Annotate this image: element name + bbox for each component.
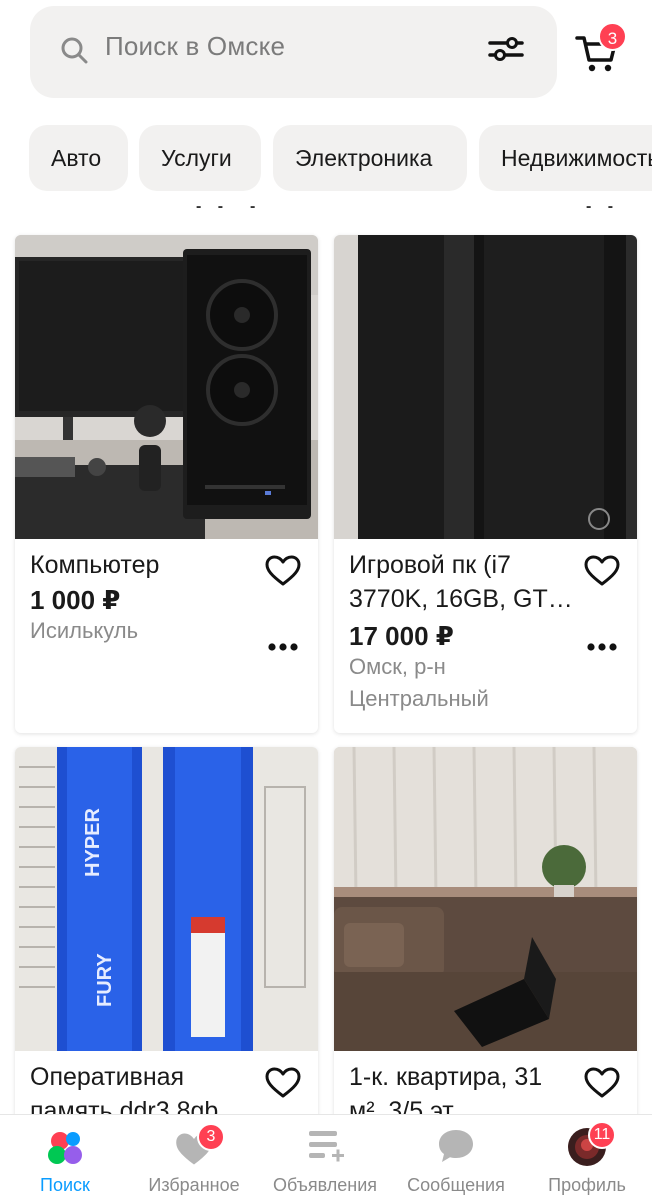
chip-auto[interactable]: Авто (29, 125, 128, 191)
favorite-heart-icon[interactable] (584, 1067, 620, 1099)
category-chips: Авто Услуги Электроника Недвижимость (0, 125, 652, 191)
favorite-heart-icon[interactable] (265, 1067, 301, 1099)
tab-search-label: Поиск (40, 1175, 90, 1195)
listing-title[interactable]: Компьютер (30, 548, 260, 582)
cart-badge: 3 (598, 22, 627, 51)
chip-scroll-indicator: - - - (196, 198, 262, 215)
search-app-icon (48, 1132, 82, 1164)
tab-favorites[interactable]: 3 Избранное (129, 1115, 259, 1200)
more-options-icon[interactable] (267, 642, 299, 652)
listing-price: 17 000 ₽ (349, 621, 454, 651)
more-options-icon[interactable] (586, 642, 618, 652)
listing-price: 1 000 ₽ (30, 585, 121, 615)
listing-photo[interactable] (334, 235, 637, 539)
listing-card[interactable]: HYPER FURY Оперативная память ddr3 8gb (15, 747, 318, 1127)
listing-location: Омск, р-н Центральный (349, 654, 489, 711)
chat-bubble-icon (439, 1130, 473, 1162)
search-icon (61, 37, 88, 64)
profile-badge: 11 (588, 1121, 616, 1149)
chip-services[interactable]: Услуги (139, 125, 261, 191)
tab-profile[interactable]: 11 Профиль (522, 1115, 652, 1200)
favorite-heart-icon[interactable] (584, 555, 620, 587)
listing-card[interactable]: Игровой пк (i7 3770K, 16GB, GT… 17 000 ₽… (334, 235, 637, 733)
tab-messages[interactable]: Сообщения (391, 1115, 521, 1200)
tab-messages-label: Сообщения (407, 1175, 505, 1195)
filter-icon[interactable] (488, 34, 524, 64)
favorite-heart-icon[interactable] (265, 555, 301, 587)
listing-location: Исилькуль (30, 618, 139, 643)
chip-electronics[interactable]: Электроника (273, 125, 467, 191)
bottom-tab-bar: Поиск 3 Избранное Объявления Сообщения 1… (0, 1114, 652, 1200)
tab-profile-label: Профиль (548, 1175, 626, 1195)
listing-photo[interactable] (15, 235, 318, 539)
svg-text:FURY: FURY (94, 953, 116, 1007)
chip-scroll-indicator-2: - - (586, 198, 620, 215)
listing-photo[interactable] (334, 747, 637, 1051)
tab-ads-label: Объявления (272, 1175, 378, 1195)
listing-title[interactable]: Игровой пк (i7 3770K, 16GB, GT… (349, 548, 579, 616)
ads-list-icon (309, 1131, 344, 1162)
listing-card[interactable]: Компьютер 1 000 ₽ Исилькуль (15, 235, 318, 733)
listing-card[interactable]: 1-к. квартира, 31 м², 3/5 эт. (334, 747, 637, 1127)
tab-ads[interactable]: Объявления (260, 1115, 390, 1200)
favorites-badge: 3 (197, 1123, 225, 1151)
chip-realty[interactable]: Недвижимость (479, 125, 652, 191)
tab-favorites-label: Избранное (148, 1175, 240, 1195)
listing-photo[interactable]: HYPER FURY (15, 747, 318, 1051)
search-input[interactable]: Поиск в Омске (105, 31, 285, 62)
tab-search[interactable]: Поиск (0, 1115, 130, 1200)
svg-text:HYPER: HYPER (82, 808, 104, 877)
